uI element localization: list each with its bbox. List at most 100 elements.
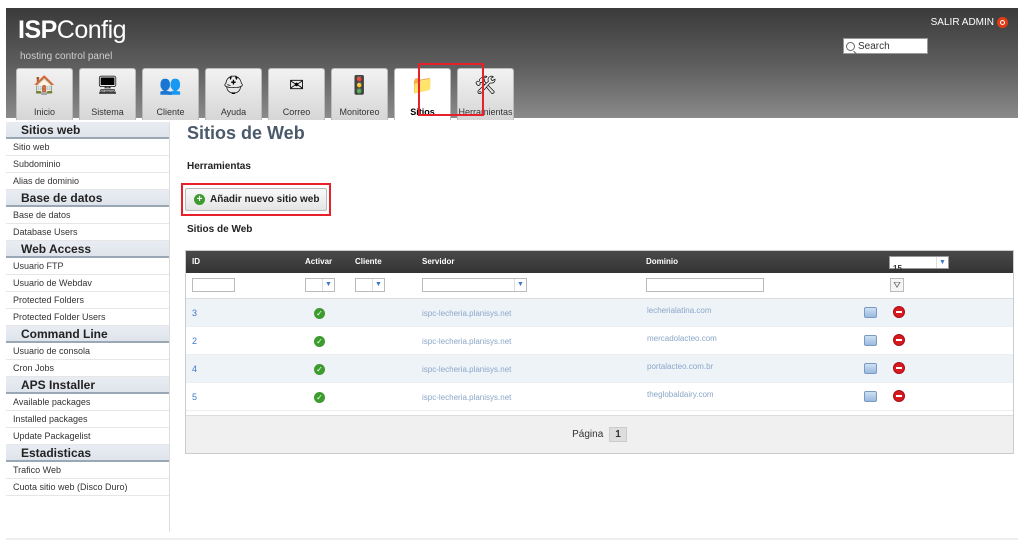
tab-ayuda[interactable]: ⛑ Ayuda — [205, 68, 262, 120]
column-server[interactable]: Servidor — [422, 257, 454, 266]
search-icon — [846, 41, 855, 51]
tab-monitoreo[interactable]: 🚦 Monitoreo — [331, 68, 388, 120]
tab-label: Monitoreo — [339, 107, 380, 117]
check-icon: ✓ — [314, 336, 325, 347]
check-icon: ✓ — [314, 364, 325, 375]
sidebar-item-base-de-datos[interactable]: Base de datos — [6, 207, 169, 224]
sidebar-group: Sitios web Sitio web Subdominio Alias de… — [6, 122, 169, 190]
app-window: ISPConfig hosting control panel SALIR AD… — [0, 0, 1024, 545]
table-row[interactable]: 4 ✓ ispc-lecheria.planisys.net portalact… — [186, 355, 1013, 383]
column-id[interactable]: ID — [192, 257, 200, 266]
tab-label: Sitios — [410, 107, 435, 117]
row-server[interactable]: ispc-lecheria.planisys.net — [422, 393, 511, 402]
check-icon: ✓ — [314, 392, 325, 403]
sidebar-item-usuario-consola[interactable]: Usuario de consola — [6, 343, 169, 360]
chevron-down-icon: ▼ — [936, 257, 948, 268]
logout-link[interactable]: SALIR ADMIN — [931, 17, 1008, 28]
sidebar-item-trafico-web[interactable]: Trafico Web — [6, 462, 169, 479]
sidebar-item-usuario-ftp[interactable]: Usuario FTP — [6, 258, 169, 275]
edit-icon[interactable] — [864, 391, 877, 402]
add-website-button[interactable]: + Añadir nuevo sitio web — [185, 188, 327, 211]
sidebar-item-database-users[interactable]: Database Users — [6, 224, 169, 241]
search-input[interactable]: Search — [843, 38, 928, 54]
sidebar-group: Command Line Usuario de consola Cron Job… — [6, 326, 169, 377]
filter-server-select[interactable]: ▼ — [422, 278, 527, 292]
row-id[interactable]: 2 — [192, 336, 197, 346]
sidebar-group: Base de datos Base de datos Database Use… — [6, 190, 169, 241]
row-server[interactable]: ispc-lecheria.planisys.net — [422, 365, 511, 374]
edit-icon[interactable] — [864, 307, 877, 318]
sidebar-group: Estadisticas Trafico Web Cuota sitio web… — [6, 445, 169, 496]
row-server[interactable]: ispc-lecheria.planisys.net — [422, 309, 511, 318]
delete-icon[interactable] — [893, 390, 905, 402]
pager-label: Página — [572, 429, 604, 440]
filter-id-input[interactable] — [192, 278, 235, 292]
envelope-icon: ✉ — [288, 75, 305, 95]
tab-inicio[interactable]: 🏠 Inicio — [16, 68, 73, 120]
sidebar-item-cuota[interactable]: Cuota sitio web (Disco Duro) — [6, 479, 169, 496]
row-domain[interactable]: theglobaldairy.com — [647, 390, 714, 399]
table-row[interactable]: 3 ✓ ispc-lecheria.planisys.net lecherial… — [186, 299, 1013, 327]
filter-domain-input[interactable] — [646, 278, 764, 292]
table-row[interactable]: 2 ✓ ispc-lecheria.planisys.net mercadola… — [186, 327, 1013, 355]
row-server[interactable]: ispc-lecheria.planisys.net — [422, 337, 511, 346]
tab-sistema[interactable]: 🖥 Sistema — [79, 68, 136, 120]
column-active[interactable]: Activar — [305, 257, 332, 266]
sidebar-group: Web Access Usuario FTP Usuario de Webdav… — [6, 241, 169, 326]
sidebar-item-alias[interactable]: Alias de dominio — [6, 173, 169, 190]
plus-icon: + — [194, 194, 205, 205]
sidebar-group-title: Sitios web — [6, 122, 169, 139]
filter-icon[interactable]: ⛛ — [890, 278, 904, 292]
sidebar-item-available-packages[interactable]: Available packages — [6, 394, 169, 411]
sidebar-group-title: Web Access — [6, 241, 169, 258]
logo-rest: Config — [56, 16, 127, 44]
tab-label: Herramientas — [458, 107, 513, 117]
sidebar-item-protected-folder-users[interactable]: Protected Folder Users — [6, 309, 169, 326]
tab-cliente[interactable]: 👥 Cliente — [142, 68, 199, 120]
sidebar-item-cron-jobs[interactable]: Cron Jobs — [6, 360, 169, 377]
per-page-select[interactable]: 15 ▼ — [889, 256, 949, 273]
tools-icon: 🛠 — [474, 75, 497, 95]
page-title: Sitios de Web — [187, 123, 305, 143]
tab-label: Ayuda — [220, 107, 247, 117]
tools-label: Herramientas — [187, 161, 251, 172]
table-body: 3 ✓ ispc-lecheria.planisys.net lecherial… — [186, 299, 1013, 411]
filter-row: ▼ ▼ ▼ ⛛ — [186, 273, 1013, 299]
row-domain[interactable]: portalacteo.com.br — [647, 362, 713, 371]
filter-client-select[interactable]: ▼ — [355, 278, 385, 292]
edit-icon[interactable] — [864, 335, 877, 346]
sidebar-item-webdav[interactable]: Usuario de Webdav — [6, 275, 169, 292]
sidebar-group-title: Command Line — [6, 326, 169, 343]
column-client[interactable]: Cliente — [355, 257, 382, 266]
filter-active-select[interactable]: ▼ — [305, 278, 335, 292]
chevron-down-icon: ▼ — [514, 279, 526, 291]
delete-icon[interactable] — [893, 306, 905, 318]
sidebar-item-protected-folders[interactable]: Protected Folders — [6, 292, 169, 309]
row-id[interactable]: 4 — [192, 364, 197, 374]
tab-herramientas[interactable]: 🛠 Herramientas — [457, 68, 514, 120]
row-id[interactable]: 5 — [192, 392, 197, 402]
page-number[interactable]: 1 — [609, 427, 627, 442]
row-domain[interactable]: mercadolacteo.com — [647, 334, 717, 343]
row-id[interactable]: 3 — [192, 308, 197, 318]
list-label: Sitios de Web — [187, 224, 253, 235]
delete-icon[interactable] — [893, 334, 905, 346]
tab-correo[interactable]: ✉ Correo — [268, 68, 325, 120]
table-row[interactable]: 5 ✓ ispc-lecheria.planisys.net theglobal… — [186, 383, 1013, 411]
sidebar-group: APS Installer Available packages Install… — [6, 377, 169, 445]
add-website-label: Añadir nuevo sitio web — [210, 194, 320, 205]
tab-sitios[interactable]: 📁 Sitios — [394, 68, 451, 120]
search-placeholder: Search — [858, 40, 890, 52]
column-domain[interactable]: Dominio — [646, 257, 678, 266]
sidebar-item-installed-packages[interactable]: Installed packages — [6, 411, 169, 428]
sidebar-item-subdominio[interactable]: Subdominio — [6, 156, 169, 173]
delete-icon[interactable] — [893, 362, 905, 374]
header: ISPConfig hosting control panel SALIR AD… — [6, 8, 1018, 120]
sidebar-item-sitio-web[interactable]: Sitio web — [6, 139, 169, 156]
sidebar-item-update-packagelist[interactable]: Update Packagelist — [6, 428, 169, 445]
tab-label: Correo — [282, 107, 311, 117]
row-domain[interactable]: lecherialatina.com — [647, 306, 711, 315]
chevron-down-icon: ▼ — [372, 279, 384, 291]
lifebuoy-icon: ⛑ — [222, 75, 245, 95]
edit-icon[interactable] — [864, 363, 877, 374]
